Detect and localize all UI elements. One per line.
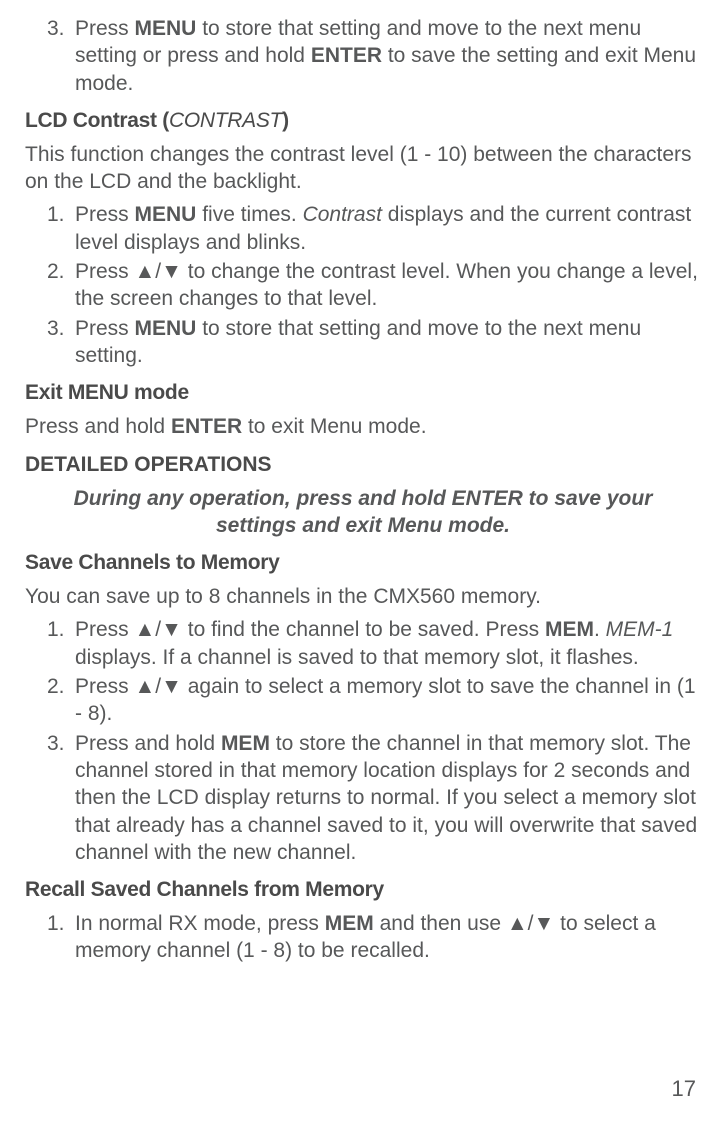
step-text: Press ▲/▼ again to select a memory slot … [75, 673, 701, 728]
step-text: Press ▲/▼ to find the channel to be save… [75, 616, 701, 671]
save-channels-heading: Save Channels to Memory [25, 551, 701, 575]
lcd-step-2: 2. Press ▲/▼ to change the contrast leve… [25, 258, 701, 313]
step-number: 1. [47, 201, 75, 256]
step-text: Press ▲/▼ to change the contrast level. … [75, 258, 701, 313]
step-number: 1. [47, 910, 75, 965]
step-number: 1. [47, 616, 75, 671]
save-step-2: 2. Press ▲/▼ again to select a memory sl… [25, 673, 701, 728]
save-step-3: 3. Press and hold MEM to store the chann… [25, 730, 701, 866]
detailed-operations-note: During any operation, press and hold ENT… [25, 485, 701, 540]
step-number: 3. [47, 15, 75, 97]
step-text: Press MENU to store that setting and mov… [75, 315, 701, 370]
step-3-top: 3. Press MENU to store that setting and … [25, 15, 701, 97]
step-number: 3. [47, 315, 75, 370]
recall-channels-heading: Recall Saved Channels from Memory [25, 878, 701, 902]
recall-step-1: 1. In normal RX mode, press MEM and then… [25, 910, 701, 965]
step-number: 3. [47, 730, 75, 866]
lcd-contrast-heading: LCD Contrast (CONTRAST) [25, 109, 701, 133]
exit-menu-heading: Exit MENU mode [25, 381, 701, 405]
save-step-1: 1. Press ▲/▼ to find the channel to be s… [25, 616, 701, 671]
exit-menu-text: Press and hold ENTER to exit Menu mode. [25, 413, 701, 440]
step-number: 2. [47, 673, 75, 728]
step-number: 2. [47, 258, 75, 313]
step-text: In normal RX mode, press MEM and then us… [75, 910, 701, 965]
page-number: 17 [672, 1076, 696, 1102]
lcd-contrast-intro: This function changes the contrast level… [25, 141, 701, 196]
step-text: Press MENU five times. Contrast displays… [75, 201, 701, 256]
step-text: Press MENU to store that setting and mov… [75, 15, 701, 97]
lcd-step-3: 3. Press MENU to store that setting and … [25, 315, 701, 370]
step-text: Press and hold MEM to store the channel … [75, 730, 701, 866]
save-channels-intro: You can save up to 8 channels in the CMX… [25, 583, 701, 610]
detailed-operations-heading: DETAILED OPERATIONS [25, 453, 701, 477]
lcd-step-1: 1. Press MENU five times. Contrast displ… [25, 201, 701, 256]
